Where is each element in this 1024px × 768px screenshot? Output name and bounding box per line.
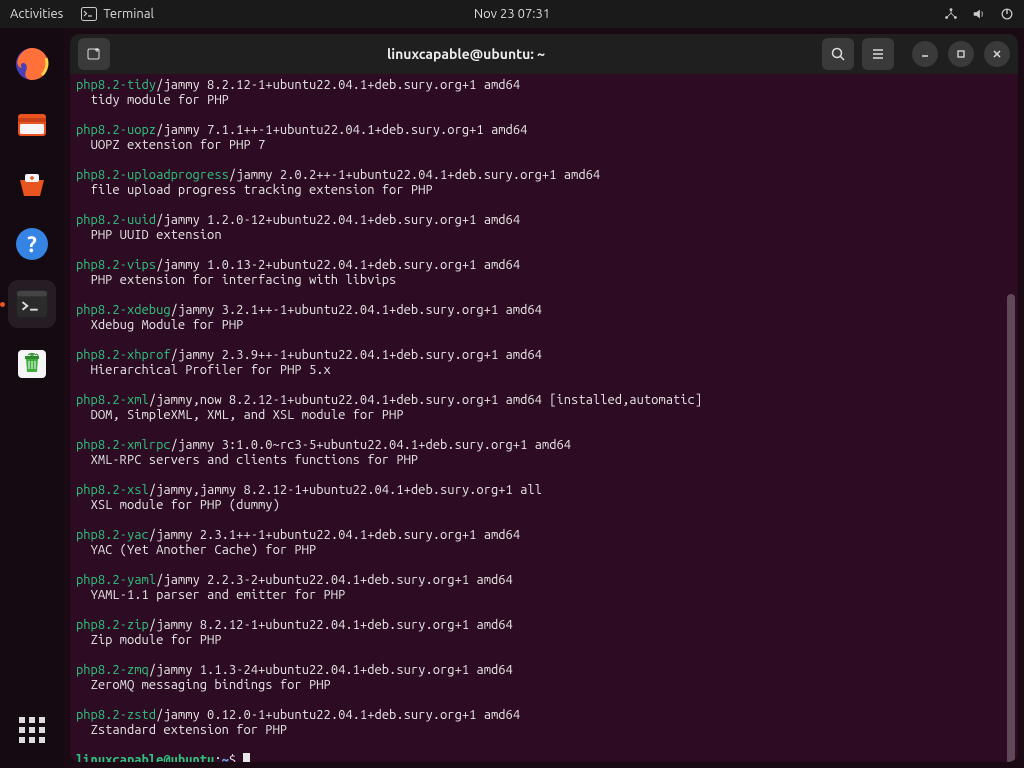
package-desc: Xdebug Module for PHP — [91, 318, 244, 332]
dock-trash[interactable] — [8, 340, 56, 388]
package-name: php8.2-xhprof — [76, 348, 171, 362]
minimize-button[interactable] — [912, 41, 938, 67]
dock-help[interactable]: ? — [8, 220, 56, 268]
package-version: /jammy 2.0.2++-1+ubuntu22.04.1+deb.sury.… — [229, 168, 600, 182]
volume-icon[interactable] — [972, 7, 986, 21]
package-desc: Zip module for PHP — [91, 633, 222, 647]
package-desc: YAML-1.1 parser and emitter for PHP — [91, 588, 346, 602]
package-version: /jammy 2.2.3-2+ubuntu22.04.1+deb.sury.or… — [156, 573, 513, 587]
package-desc: DOM, SimpleXML, XML, and XSL module for … — [91, 408, 404, 422]
dock-show-apps[interactable] — [8, 706, 56, 754]
package-version: /jammy 2.3.9++-1+ubuntu22.04.1+deb.sury.… — [171, 348, 542, 362]
package-version: /jammy 7.1.1++-1+ubuntu22.04.1+deb.sury.… — [156, 123, 527, 137]
package-version: /jammy 3:1.0.0~rc3-5+ubuntu22.04.1+deb.s… — [171, 438, 571, 452]
package-name: php8.2-uploadprogress — [76, 168, 229, 182]
package-desc: tidy module for PHP — [91, 93, 229, 107]
package-name: php8.2-zmq — [76, 663, 149, 677]
package-version: /jammy 1.2.0-12+ubuntu22.04.1+deb.sury.o… — [156, 213, 520, 227]
package-version: /jammy 0.12.0-1+ubuntu22.04.1+deb.sury.o… — [156, 708, 520, 722]
activities-button[interactable]: Activities — [10, 7, 63, 21]
package-version: /jammy 3.2.1++-1+ubuntu22.04.1+deb.sury.… — [171, 303, 542, 317]
dock-software[interactable] — [8, 160, 56, 208]
menu-button[interactable] — [862, 38, 894, 70]
topbar-app-indicator[interactable]: Terminal — [81, 7, 154, 21]
prompt-symbol: $ — [229, 753, 244, 762]
search-icon — [830, 46, 846, 62]
package-name: php8.2-xsl — [76, 483, 149, 497]
package-version: /jammy 1.0.13-2+ubuntu22.04.1+deb.sury.o… — [156, 258, 520, 272]
package-name: php8.2-uopz — [76, 123, 156, 137]
svg-text:?: ? — [27, 232, 37, 257]
clock[interactable]: Nov 23 07:31 — [474, 7, 550, 21]
package-desc: XSL module for PHP (dummy) — [91, 498, 280, 512]
maximize-button[interactable] — [948, 41, 974, 67]
prompt-path: ~ — [222, 753, 229, 762]
package-desc: XML-RPC servers and clients functions fo… — [91, 453, 419, 467]
package-desc: PHP extension for interfacing with libvi… — [91, 273, 397, 287]
package-name: php8.2-zip — [76, 618, 149, 632]
gnome-topbar: Activities Terminal Nov 23 07:31 — [0, 0, 1024, 28]
dock-firefox[interactable] — [8, 40, 56, 88]
package-desc: YAC (Yet Another Cache) for PHP — [91, 543, 317, 557]
minimize-icon — [919, 48, 931, 60]
package-name: php8.2-uuid — [76, 213, 156, 227]
terminal-output[interactable]: php8.2-tidy/jammy 8.2.12-1+ubuntu22.04.1… — [70, 74, 1018, 762]
terminal-window: linuxcapable@ubuntu: ~ — [70, 34, 1018, 762]
titlebar: linuxcapable@ubuntu: ~ — [70, 34, 1018, 74]
scrollbar[interactable] — [1007, 294, 1015, 762]
close-icon — [991, 48, 1003, 60]
package-version: /jammy,jammy 8.2.12-1+ubuntu22.04.1+deb.… — [149, 483, 542, 497]
maximize-icon — [955, 48, 967, 60]
prompt-sep: : — [214, 753, 221, 762]
package-version: /jammy 8.2.12-1+ubuntu22.04.1+deb.sury.o… — [156, 78, 520, 92]
package-desc: Zstandard extension for PHP — [91, 723, 288, 737]
package-name: php8.2-yac — [76, 528, 149, 542]
close-button[interactable] — [984, 41, 1010, 67]
package-desc: ZeroMQ messaging bindings for PHP — [91, 678, 331, 692]
new-tab-button[interactable] — [78, 38, 110, 70]
package-name: php8.2-xdebug — [76, 303, 171, 317]
package-desc: Hierarchical Profiler for PHP 5.x — [91, 363, 331, 377]
window-title: linuxcapable@ubuntu: ~ — [118, 46, 814, 62]
package-desc: file upload progress tracking extension … — [91, 183, 433, 197]
package-version: /jammy 2.3.1++-1+ubuntu22.04.1+deb.sury.… — [149, 528, 520, 542]
package-version: /jammy,now 8.2.12-1+ubuntu22.04.1+deb.su… — [149, 393, 702, 407]
package-version: /jammy 1.1.3-24+ubuntu22.04.1+deb.sury.o… — [149, 663, 513, 677]
dock: ? — [0, 28, 64, 768]
power-icon[interactable] — [1000, 7, 1014, 21]
package-name: php8.2-yaml — [76, 573, 156, 587]
package-name: php8.2-xmlrpc — [76, 438, 171, 452]
dock-files[interactable] — [8, 100, 56, 148]
package-version: /jammy 8.2.12-1+ubuntu22.04.1+deb.sury.o… — [149, 618, 513, 632]
package-desc: PHP UUID extension — [91, 228, 222, 242]
package-desc: UOPZ extension for PHP 7 — [91, 138, 266, 152]
package-name: php8.2-vips — [76, 258, 156, 272]
terminal-icon — [81, 7, 97, 21]
topbar-app-label: Terminal — [103, 7, 154, 21]
search-button[interactable] — [822, 38, 854, 70]
cursor — [243, 753, 250, 762]
dock-terminal[interactable] — [8, 280, 56, 328]
package-name: php8.2-zstd — [76, 708, 156, 722]
prompt-user: linuxcapable@ubuntu — [76, 753, 214, 762]
package-name: php8.2-tidy — [76, 78, 156, 92]
package-name: php8.2-xml — [76, 393, 149, 407]
network-icon[interactable] — [944, 7, 958, 21]
hamburger-icon — [870, 46, 886, 62]
